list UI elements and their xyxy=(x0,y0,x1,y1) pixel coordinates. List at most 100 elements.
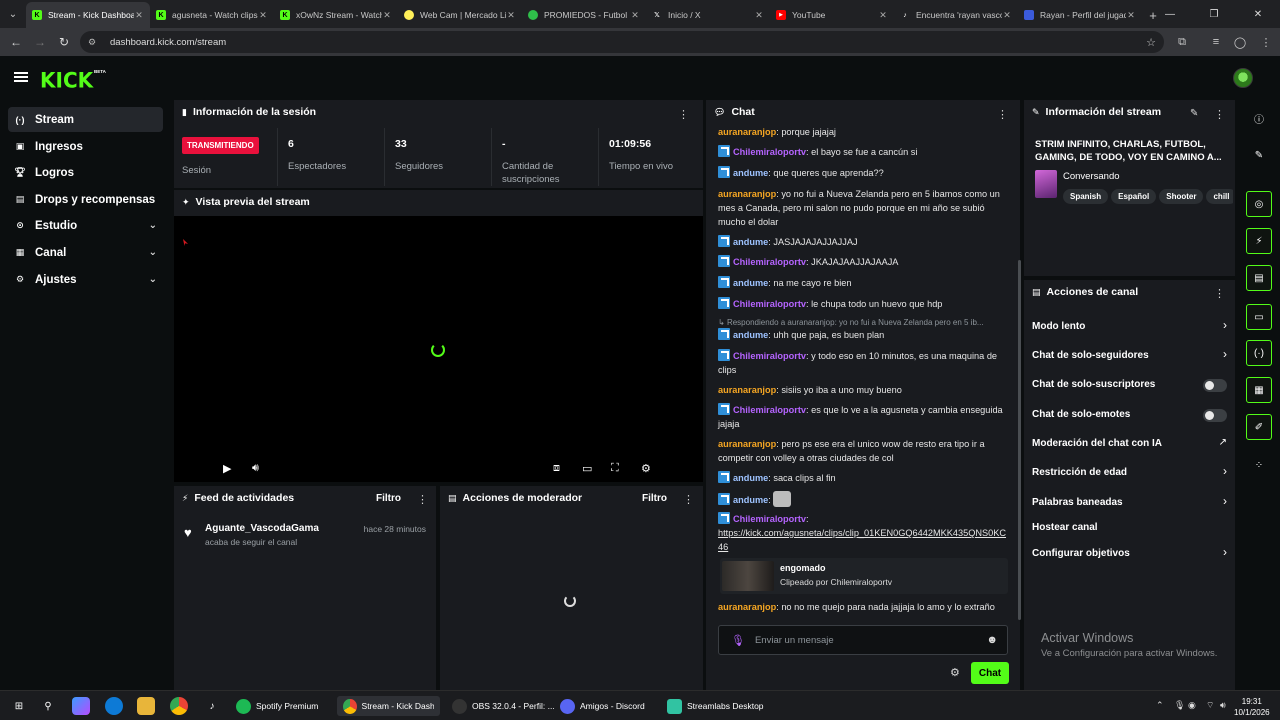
hamburger-menu-icon[interactable] xyxy=(14,72,28,82)
mic-icon[interactable]: 🎙︎ xyxy=(1174,700,1185,711)
lightning-icon[interactable]: ⚡︎ xyxy=(1246,228,1272,254)
close-icon[interactable]: ✕ xyxy=(878,10,888,21)
chat-username[interactable]: Chilemiraloportv xyxy=(733,299,806,309)
clip-preview-card[interactable]: engomado Clipeado por Chilemiraloportv xyxy=(720,558,1008,594)
play-icon[interactable]: ▶ xyxy=(223,462,231,475)
network-icon[interactable]: ◉ xyxy=(1188,700,1196,711)
action-followers-only[interactable]: Chat de solo-seguidores xyxy=(1032,350,1222,361)
settings-gear-icon[interactable]: ⚙ xyxy=(641,462,651,475)
chat-username[interactable]: Chilemiraloportv xyxy=(733,147,806,157)
chat-username[interactable]: andume xyxy=(733,473,768,483)
clock[interactable]: 19:31 10/1/2026 xyxy=(1234,696,1270,718)
copilot-icon[interactable] xyxy=(72,697,90,715)
volume-icon[interactable]: 🔊︎ xyxy=(1220,700,1226,711)
chat-username[interactable]: andume xyxy=(733,495,768,505)
chat-username[interactable]: Chilemiraloportv xyxy=(733,257,806,267)
taskbar-app-spotify[interactable]: Spotify Premium xyxy=(236,696,318,716)
reload-icon[interactable]: ↻ xyxy=(52,30,76,54)
pip-icon[interactable]: ⧈ xyxy=(553,462,560,475)
url-text[interactable]: dashboard.kick.com/stream xyxy=(110,37,226,48)
tag-chip[interactable]: chill xyxy=(1206,189,1233,204)
action-host-channel[interactable]: Hostear canal xyxy=(1032,522,1222,533)
sidebar-item-stream[interactable]: (·) Stream xyxy=(8,107,163,132)
chat-username[interactable]: andume xyxy=(733,168,768,178)
more-options-icon[interactable]: ⋮ xyxy=(1214,108,1225,121)
omnibox[interactable]: ⚙ dashboard.kick.com/stream ☆ xyxy=(80,31,1164,53)
info-icon[interactable]: ⓘ xyxy=(1246,105,1272,131)
menu-dots-icon[interactable]: ⋮ xyxy=(1256,32,1276,52)
subscribers-only-toggle[interactable] xyxy=(1203,379,1227,392)
close-icon[interactable]: ✕ xyxy=(382,10,392,21)
chevron-right-icon[interactable]: › xyxy=(1223,545,1227,559)
volume-icon[interactable]: 🔊︎ xyxy=(252,462,259,475)
windows-start-icon[interactable]: ⊞ xyxy=(10,697,28,715)
browser-tab[interactable]: ▶ YouTube ✕ xyxy=(770,2,894,28)
back-icon[interactable]: ← xyxy=(4,30,28,54)
browser-tab[interactable]: ♪ Encuentra 'rayan vasco' ✕ xyxy=(894,2,1018,28)
taskbar-app-chrome[interactable]: Stream - Kick Dash... xyxy=(337,696,440,716)
close-icon[interactable]: ✕ xyxy=(754,10,764,21)
external-link-icon[interactable]: ↗ xyxy=(1219,437,1227,448)
more-options-icon[interactable]: ⋮ xyxy=(1214,287,1225,300)
chevron-right-icon[interactable]: › xyxy=(1223,464,1227,478)
chat-input[interactable]: 🎙︎ Enviar un mensaje ☻ xyxy=(718,625,1008,655)
chat-bubble-icon[interactable]: ▭ xyxy=(1246,304,1272,330)
chat-settings-gear-icon[interactable]: ⚙ xyxy=(950,666,960,679)
action-slow-mode[interactable]: Modo lento xyxy=(1032,321,1222,332)
category-name[interactable]: Conversando xyxy=(1063,171,1120,182)
close-icon[interactable]: ✕ xyxy=(506,10,516,21)
filter-button[interactable]: Filtro xyxy=(642,493,667,504)
edit-pencil-icon[interactable]: ✎ xyxy=(1190,108,1198,119)
chevron-right-icon[interactable]: › xyxy=(1223,318,1227,332)
layout-icon[interactable]: ▦ xyxy=(1246,377,1272,403)
taskbar-app-discord[interactable]: Amigos - Discord xyxy=(560,696,645,716)
tiktok-icon[interactable]: ♪ xyxy=(203,697,221,715)
feed-user[interactable]: Aguante_VascodaGama xyxy=(205,523,319,534)
wrench-icon[interactable]: ✐ xyxy=(1246,414,1272,440)
fullscreen-icon[interactable]: ⛶ xyxy=(611,462,619,475)
sidebar-item-drops[interactable]: ▤ Drops y recompensas xyxy=(8,187,163,212)
extensions-icon[interactable]: ⧉ xyxy=(1172,32,1192,52)
tag-chip[interactable]: Shooter xyxy=(1159,189,1204,204)
chat-username[interactable]: auranaranjop xyxy=(718,189,776,199)
more-options-icon[interactable]: ⋮ xyxy=(997,108,1008,121)
browser-tab[interactable]: 𝕏 Inicio / X ✕ xyxy=(646,2,770,28)
restore-icon[interactable]: ❐ xyxy=(1192,0,1236,28)
chat-username[interactable]: auranaranjop xyxy=(718,439,776,449)
chevron-right-icon[interactable]: › xyxy=(1223,494,1227,508)
media-icon[interactable]: ≡ xyxy=(1206,32,1226,52)
edit-pencil-icon[interactable]: ✎ xyxy=(1246,142,1272,168)
chat-username[interactable]: andume xyxy=(733,237,768,247)
sidebar-item-estudio[interactable]: ⊙ Estudio ⌄ xyxy=(8,213,163,238)
chat-scrollbar[interactable] xyxy=(1018,260,1021,620)
chat-username[interactable]: Chilemiraloportv xyxy=(733,405,806,415)
sidebar-item-logros[interactable]: 🏆︎ Logros xyxy=(8,160,163,185)
wifi-icon[interactable]: ⌔ xyxy=(1206,700,1214,711)
document-icon[interactable]: ▤ xyxy=(1246,265,1272,291)
chrome-icon[interactable] xyxy=(170,697,188,715)
theater-icon[interactable]: ▭ xyxy=(582,462,592,475)
action-age-restriction[interactable]: Restricción de edad xyxy=(1032,467,1222,478)
sidebar-item-ingresos[interactable]: ▣ Ingresos xyxy=(8,134,163,159)
browser-tab[interactable]: Rayan - Perfil del jugador✕ xyxy=(1018,2,1142,28)
close-icon[interactable]: ✕ xyxy=(630,10,640,21)
minimize-icon[interactable]: — xyxy=(1148,0,1192,28)
browser-tab[interactable]: PROMIEDOS - Futbol ✕ xyxy=(522,2,646,28)
chat-username[interactable]: andume xyxy=(733,330,768,340)
emoji-icon[interactable]: ☻ xyxy=(986,634,998,646)
action-ai-moderation[interactable]: Moderación del chat con IA xyxy=(1032,438,1222,449)
tab-search-icon[interactable]: ⌄ xyxy=(0,0,26,28)
profile-icon[interactable]: ◯ xyxy=(1230,32,1250,52)
more-options-icon[interactable]: ⋮ xyxy=(417,493,428,506)
sidebar-item-ajustes[interactable]: ⚙ Ajustes ⌄ xyxy=(8,267,163,292)
chevron-up-icon[interactable]: ⌃ xyxy=(1156,700,1164,711)
target-icon[interactable]: ◎ xyxy=(1246,191,1272,217)
reply-context[interactable]: ↳ Respondiendo a auranaranjop: yo no fui… xyxy=(718,318,1010,327)
close-icon[interactable]: ✕ xyxy=(258,10,268,21)
close-icon[interactable]: ✕ xyxy=(134,10,144,21)
forward-icon[interactable]: → xyxy=(28,30,52,54)
chat-username[interactable]: auranaranjop xyxy=(718,385,776,395)
browser-tab[interactable]: Web Cam | Mercado Libre✕ xyxy=(398,2,522,28)
tag-chip[interactable]: Español xyxy=(1111,189,1157,204)
more-options-icon[interactable]: ⋮ xyxy=(678,108,689,121)
